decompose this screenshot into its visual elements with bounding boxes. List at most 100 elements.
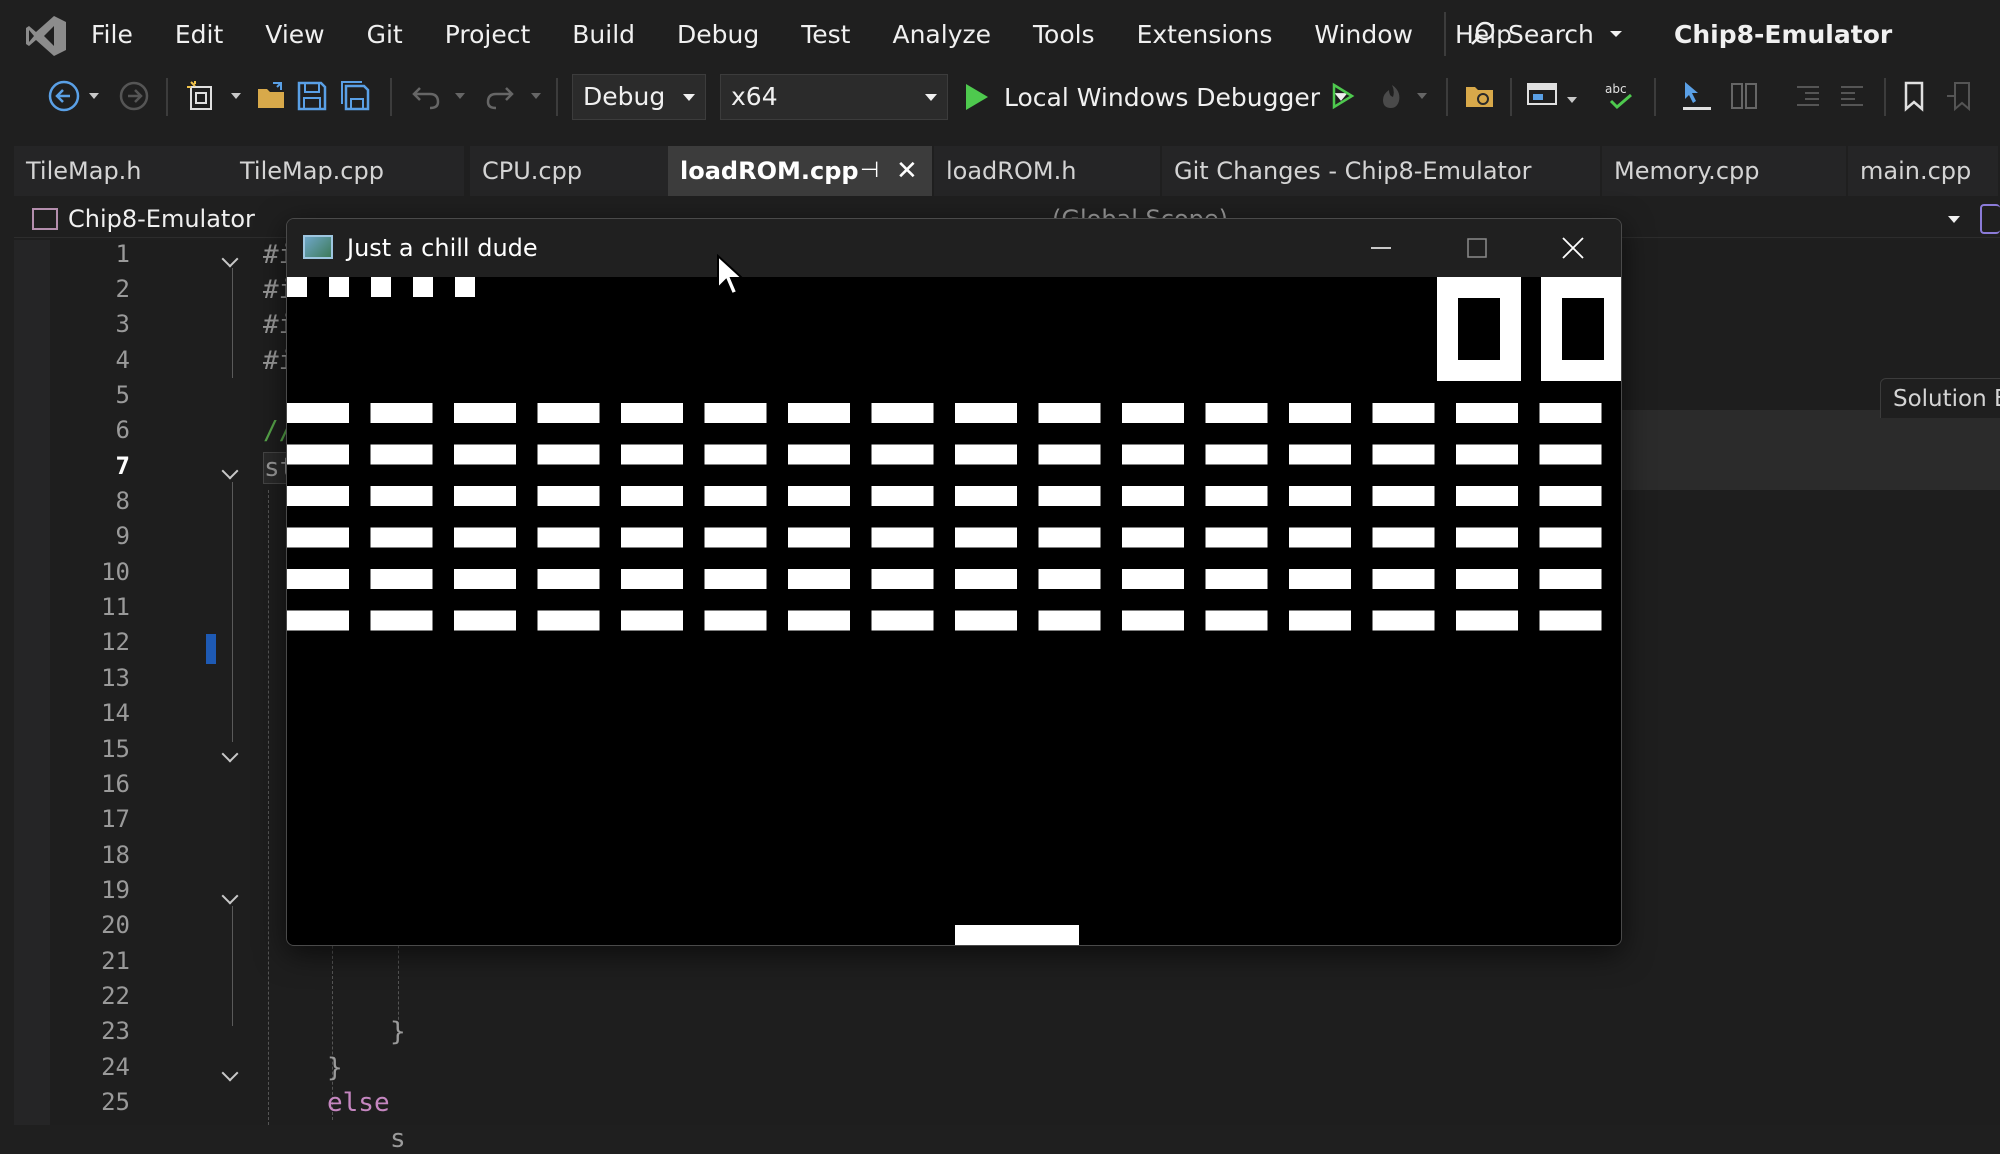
code-line-24: else	[327, 1088, 390, 1118]
maximize-button[interactable]	[1429, 219, 1525, 277]
menu-window[interactable]: Window	[1293, 0, 1434, 70]
play-icon	[966, 84, 988, 110]
brick	[287, 486, 349, 506]
open-file-button[interactable]	[252, 76, 292, 116]
brick	[1205, 569, 1268, 589]
project-select[interactable]: Chip8-Emulator	[22, 200, 255, 238]
window-layout-button[interactable]	[1522, 76, 1562, 116]
close-icon	[1562, 237, 1584, 259]
undo-dropdown[interactable]	[450, 76, 470, 116]
menu-view[interactable]: View	[244, 0, 345, 70]
new-project-button[interactable]	[182, 76, 222, 116]
menu-debug[interactable]: Debug	[656, 0, 780, 70]
pin-icon[interactable]: ⊣	[860, 146, 879, 196]
tab-loadrom-cpp[interactable]: loadROM.cpp ⊣ ✕	[668, 146, 934, 196]
tab-loadrom-h[interactable]: loadROM.h	[934, 146, 1162, 196]
bookmark-button[interactable]	[1894, 76, 1934, 116]
outline-line	[232, 268, 233, 378]
solution-explorer-label: Solution E	[1893, 386, 2000, 412]
brick	[370, 486, 433, 506]
menu-edit[interactable]: Edit	[154, 0, 244, 70]
brick	[1038, 444, 1101, 465]
game-display[interactable]	[287, 277, 1621, 945]
menu-test[interactable]: Test	[780, 0, 871, 70]
close-icon[interactable]: ✕	[896, 146, 918, 196]
brick	[788, 486, 850, 506]
tool-window-panel	[1600, 410, 2000, 490]
brick	[955, 403, 1017, 423]
spell-check-button[interactable]: abc	[1600, 76, 1640, 116]
collapse-region-icon[interactable]	[224, 748, 240, 758]
navigate-back-dropdown[interactable]	[84, 76, 104, 116]
folder-search-icon	[1466, 87, 1493, 107]
chevron-down-icon	[231, 93, 241, 99]
navigate-back-button[interactable]	[44, 76, 84, 116]
brick	[1456, 569, 1518, 589]
previous-bookmark-icon	[1947, 82, 1970, 112]
brick	[287, 569, 349, 589]
solution-explorer-button[interactable]	[1460, 76, 1500, 116]
line-number: 12	[101, 628, 130, 656]
brick	[1205, 486, 1268, 506]
outdent-button[interactable]	[1832, 76, 1872, 116]
forward-arrow-icon	[119, 81, 149, 111]
solution-explorer-tab[interactable]: Solution E	[1880, 378, 2000, 418]
window-layout-dropdown[interactable]	[1562, 76, 1582, 116]
new-project-dropdown[interactable]	[226, 76, 246, 116]
tab-main-cpp[interactable]: main.cpp	[1848, 146, 2000, 196]
select-tool-button[interactable]	[1676, 76, 1716, 116]
menu-file[interactable]: File	[70, 0, 154, 70]
tab-cpu-cpp[interactable]: CPU.cpp	[470, 146, 670, 196]
line-number: 10	[101, 558, 130, 586]
brick	[621, 527, 683, 548]
panel-icon[interactable]	[1980, 204, 2000, 234]
columns-icon	[1731, 83, 1757, 109]
minimize-button[interactable]	[1333, 219, 1429, 277]
brick	[537, 610, 600, 631]
tab-label: TileMap.cpp	[240, 157, 384, 185]
close-window-button[interactable]	[1525, 219, 1621, 277]
collapse-region-icon[interactable]	[224, 465, 240, 475]
menu-project[interactable]: Project	[424, 0, 552, 70]
brick	[788, 527, 850, 548]
previous-bookmark-button[interactable]	[1940, 76, 1980, 116]
hot-reload-button[interactable]	[1372, 76, 1412, 116]
toolbar-separator	[390, 78, 392, 116]
undo-button[interactable]	[406, 76, 446, 116]
collapse-region-icon[interactable]	[224, 890, 240, 900]
solution-title: Chip8-Emulator	[1674, 20, 1893, 49]
redo-button[interactable]	[480, 76, 520, 116]
menu-analyze[interactable]: Analyze	[871, 0, 1012, 70]
start-without-debugging-button[interactable]	[1322, 76, 1362, 116]
indent-button[interactable]	[1788, 76, 1828, 116]
tab-git-changes[interactable]: Git Changes - Chip8-Emulator	[1162, 146, 1602, 196]
game-window-titlebar[interactable]: Just a chill dude	[287, 219, 1621, 277]
spell-check-icon: abc	[1605, 82, 1632, 110]
tab-memory-cpp[interactable]: Memory.cpp	[1602, 146, 1848, 196]
brick	[1289, 610, 1351, 631]
menu-tools[interactable]: Tools	[1012, 0, 1116, 70]
menu-git[interactable]: Git	[346, 0, 424, 70]
save-all-button[interactable]	[336, 76, 376, 116]
tab-tilemap-cpp[interactable]: TileMap.cpp	[228, 146, 466, 196]
save-button[interactable]	[292, 76, 332, 116]
tab-tilemap-h[interactable]: TileMap.h	[14, 146, 232, 196]
menu-items: File Edit View Git Project Build Debug T…	[70, 0, 1533, 70]
format-columns-button[interactable]	[1724, 76, 1764, 116]
line-number: 15	[101, 735, 130, 763]
search-button[interactable]: Search	[1470, 12, 1640, 56]
platform-select[interactable]: x64	[720, 74, 948, 120]
hot-reload-dropdown[interactable]	[1412, 76, 1432, 116]
configuration-select[interactable]: Debug	[572, 74, 706, 120]
toolbar-separator	[1884, 78, 1886, 116]
brick	[871, 403, 934, 423]
navigate-forward-button[interactable]	[114, 76, 154, 116]
menu-build[interactable]: Build	[551, 0, 656, 70]
collapse-region-icon[interactable]	[224, 1067, 240, 1077]
menu-extensions[interactable]: Extensions	[1116, 0, 1294, 70]
collapse-region-icon[interactable]	[224, 253, 240, 263]
redo-dropdown[interactable]	[526, 76, 546, 116]
start-debugging-button[interactable]: Local Windows Debugger	[960, 74, 1350, 120]
toolbar-separator	[556, 78, 558, 116]
brick	[1456, 610, 1518, 631]
